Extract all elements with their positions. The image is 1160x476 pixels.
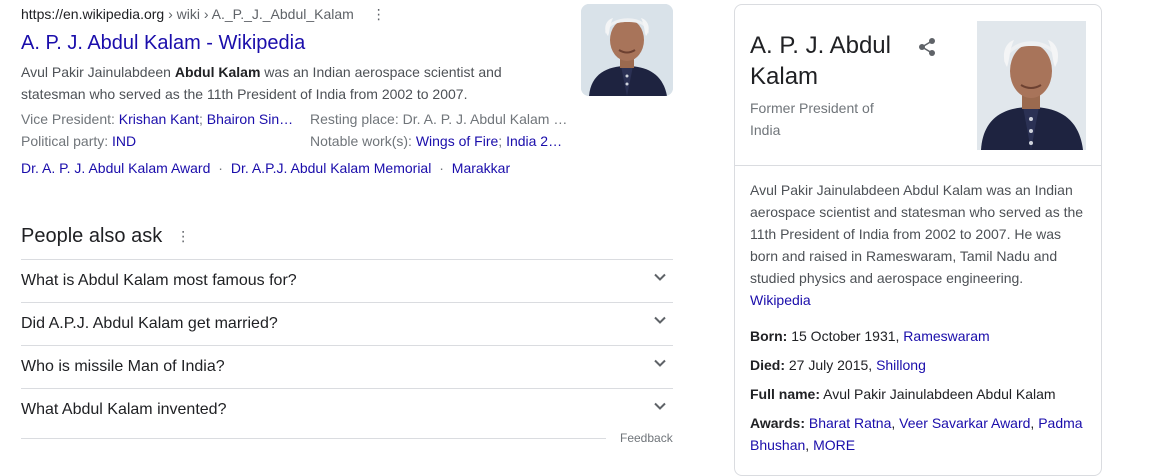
sitelinks: Dr. A. P. J. Abdul Kalam Award · Dr. A.P…	[21, 160, 511, 176]
kp-title: A. P. J. Abdul Kalam	[750, 32, 891, 90]
kp-divider	[735, 165, 1101, 166]
feedback-link[interactable]: Feedback	[620, 431, 673, 445]
link-shillong[interactable]: Shillong	[876, 357, 926, 373]
kp-source-link[interactable]: Wikipedia	[750, 292, 811, 308]
link-india-2020[interactable]: India 2…	[506, 133, 562, 149]
paa-question[interactable]: Who is missile Man of India?	[21, 345, 673, 388]
link-veer-savarkar-award[interactable]: Veer Savarkar Award	[899, 415, 1030, 431]
result-snippet: Avul Pakir Jainulabdeen Abdul Kalam was …	[21, 64, 502, 102]
link-bharat-ratna[interactable]: Bharat Ratna	[809, 415, 892, 431]
paa-question[interactable]: What is Abdul Kalam most famous for?	[21, 259, 673, 302]
result-url-domain[interactable]: https://en.wikipedia.org	[21, 6, 164, 22]
kp-description: Avul Pakir Jainulabdeen Abdul Kalam was …	[750, 182, 1084, 308]
kp-fact-died: Died: 27 July 2015, Shillong	[750, 357, 926, 373]
link-ind[interactable]: IND	[112, 133, 136, 149]
chevron-down-icon	[654, 273, 666, 281]
link-more-awards[interactable]: MORE	[813, 437, 855, 453]
paa-question[interactable]: Did A.P.J. Abdul Kalam get married?	[21, 302, 673, 345]
chevron-down-icon	[654, 402, 666, 410]
kp-portrait[interactable]	[977, 21, 1086, 150]
sitelink-marakkar[interactable]: Marakkar	[452, 160, 510, 176]
paa-question-text: What Abdul Kalam invented?	[21, 401, 227, 418]
kp-fact-awards: Awards: Bharat Ratna, Veer Savarkar Awar…	[750, 415, 1083, 453]
result-breadcrumb[interactable]: › wiki › A._P._J._Abdul_Kalam	[164, 6, 354, 22]
paa-heading: People also ask ⋮	[21, 225, 191, 247]
link-krishan-kant[interactable]: Krishan Kant	[119, 111, 199, 127]
paa-divider	[21, 438, 606, 439]
more-vert-icon[interactable]: ⋮	[176, 228, 190, 244]
result-title-link[interactable]: A. P. J. Abdul Kalam - Wikipedia	[21, 32, 305, 55]
paa-question-text: Did A.P.J. Abdul Kalam get married?	[21, 315, 278, 332]
result-thumbnail[interactable]	[581, 4, 673, 96]
kp-fact-born: Born: 15 October 1931, Rameswaram	[750, 328, 990, 344]
sitelink-memorial[interactable]: Dr. A.P.J. Abdul Kalam Memorial	[231, 160, 432, 176]
result-url[interactable]: https://en.wikipedia.org › wiki › A._P._…	[21, 6, 386, 22]
chevron-down-icon	[654, 359, 666, 367]
paa-question-text: What is Abdul Kalam most famous for?	[21, 272, 297, 289]
chevron-down-icon	[654, 316, 666, 324]
knowledge-panel: A. P. J. Abdul Kalam Former President of…	[734, 4, 1102, 476]
more-vert-icon[interactable]: ⋮	[372, 6, 386, 22]
share-icon[interactable]	[917, 37, 937, 57]
link-wings-of-fire[interactable]: Wings of Fire	[416, 133, 498, 149]
attr-vice-president: Vice President: Krishan Kant; Bhairon Si…	[21, 111, 294, 127]
kp-subtitle: Former President of India	[750, 100, 874, 138]
attr-resting-place: Resting place: Dr. A. P. J. Abdul Kalam …	[310, 111, 568, 127]
sitelink-award[interactable]: Dr. A. P. J. Abdul Kalam Award	[21, 160, 210, 176]
kp-fact-full-name: Full name: Avul Pakir Jainulabdeen Abdul…	[750, 386, 1056, 402]
paa-question[interactable]: What Abdul Kalam invented?	[21, 388, 673, 431]
portrait-image	[581, 4, 673, 96]
link-rameswaram[interactable]: Rameswaram	[903, 328, 989, 344]
attr-notable-works: Notable work(s): Wings of Fire; India 2…	[310, 133, 563, 149]
attr-political-party: Political party: IND	[21, 133, 137, 149]
portrait-image	[977, 21, 1086, 150]
paa-question-text: Who is missile Man of India?	[21, 358, 225, 375]
link-bhairon-singh[interactable]: Bhairon Sin…	[207, 111, 293, 127]
